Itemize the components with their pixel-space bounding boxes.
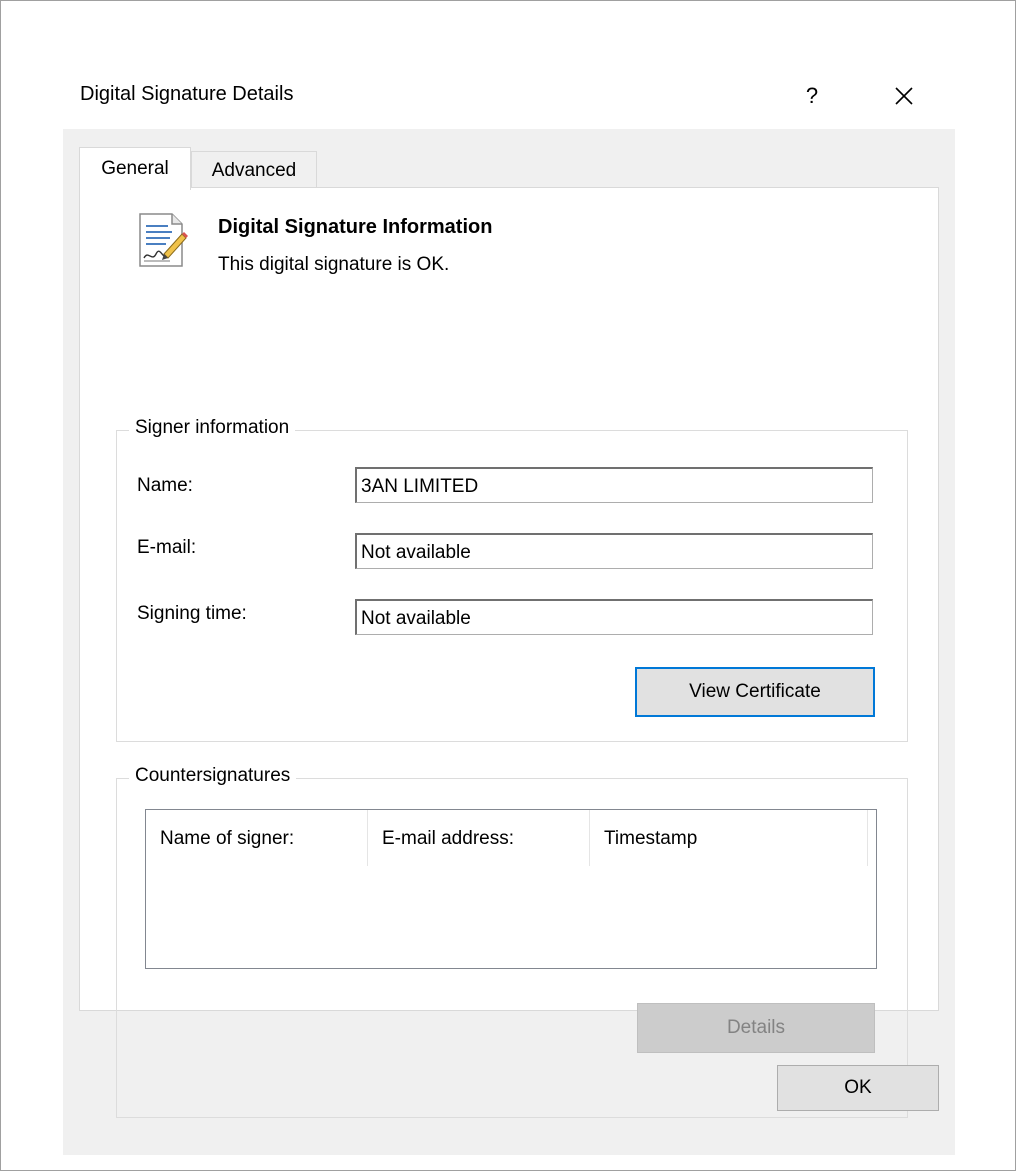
signing-time-label: Signing time: bbox=[137, 603, 247, 624]
name-label: Name: bbox=[137, 475, 193, 496]
countersignatures-list[interactable]: Name of signer: E-mail address: Timestam… bbox=[145, 809, 877, 969]
ok-button[interactable]: OK bbox=[777, 1065, 939, 1111]
view-certificate-button[interactable]: View Certificate bbox=[635, 667, 875, 717]
tab-advanced-label: Advanced bbox=[211, 159, 297, 181]
signer-information-group: Signer information Name: 3AN LIMITED E-m… bbox=[116, 417, 908, 742]
column-header-name-of-signer[interactable]: Name of signer: bbox=[146, 810, 368, 866]
help-icon: ? bbox=[805, 83, 819, 108]
close-icon bbox=[895, 87, 913, 105]
info-title: Digital Signature Information bbox=[218, 216, 493, 238]
column-header-email-address[interactable]: E-mail address: bbox=[368, 810, 590, 866]
title-bar: Digital Signature Details ? bbox=[63, 63, 955, 129]
countersignatures-legend: Countersignatures bbox=[129, 765, 297, 787]
close-button[interactable] bbox=[881, 73, 927, 119]
tab-general[interactable]: General bbox=[79, 147, 191, 190]
signing-time-field[interactable]: Not available bbox=[355, 599, 873, 635]
general-tab-panel: Digital Signature Information This digit… bbox=[79, 187, 939, 1118]
tab-advanced[interactable]: Advanced bbox=[191, 151, 317, 189]
screenshot-frame: Digital Signature Details ? General Adva… bbox=[0, 0, 1016, 1171]
digital-signature-details-dialog: Digital Signature Details ? General Adva… bbox=[63, 63, 955, 1155]
tab-general-label: General bbox=[101, 158, 169, 179]
signature-status: This digital signature is OK. bbox=[218, 254, 450, 275]
help-button[interactable]: ? bbox=[789, 73, 835, 119]
signature-document-icon bbox=[139, 213, 188, 267]
email-label: E-mail: bbox=[137, 537, 197, 558]
email-field[interactable]: Not available bbox=[355, 533, 873, 569]
signer-information-legend: Signer information bbox=[129, 417, 296, 439]
details-button: Details bbox=[637, 1003, 875, 1053]
name-field[interactable]: 3AN LIMITED bbox=[355, 467, 873, 503]
dialog-title: Digital Signature Details bbox=[80, 83, 294, 105]
column-header-timestamp[interactable]: Timestamp bbox=[590, 810, 868, 866]
